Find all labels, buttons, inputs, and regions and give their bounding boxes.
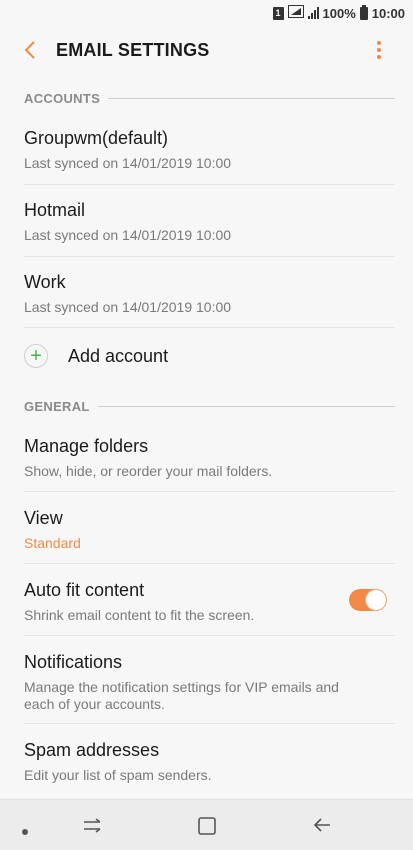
navigation-bar [0, 799, 413, 850]
signal-icon [307, 7, 319, 19]
account-item-work[interactable]: Work Last synced on 14/01/2019 10:00 [0, 272, 413, 316]
manage-folders-item[interactable]: Manage folders Show, hide, or reorder yo… [0, 436, 413, 480]
account-item-hotmail[interactable]: Hotmail Last synced on 14/01/2019 10:00 [0, 200, 413, 244]
divider [24, 184, 395, 185]
nav-back-icon[interactable] [312, 816, 332, 839]
accounts-section-header: ACCOUNTS [24, 88, 395, 108]
page-title: EMAIL SETTINGS [56, 39, 210, 60]
divider [24, 563, 395, 564]
general-section-header: GENERAL [24, 396, 395, 416]
divider [24, 256, 395, 257]
sim-icon: 1 [272, 6, 284, 20]
divider [24, 327, 395, 328]
back-arrow-icon [24, 41, 35, 59]
more-options-button[interactable] [367, 38, 391, 62]
wifi-icon [287, 5, 304, 21]
plus-icon: + [24, 344, 48, 368]
battery-percent: 100% [322, 5, 356, 21]
divider [24, 635, 395, 636]
battery-icon [359, 4, 368, 20]
app-bar: EMAIL SETTINGS [0, 26, 413, 74]
account-item-groupwm[interactable]: Groupwm(default) Last synced on 14/01/20… [0, 128, 413, 172]
nav-dot-icon[interactable] [22, 822, 28, 840]
back-button[interactable] [18, 38, 42, 62]
divider [24, 723, 395, 724]
clock: 10:00 [371, 5, 405, 21]
home-icon[interactable] [197, 816, 217, 841]
spam-addresses-item[interactable]: Spam addresses Edit your list of spam se… [0, 740, 413, 784]
notifications-item[interactable]: Notifications Manage the notification se… [0, 652, 413, 713]
more-vert-icon [377, 41, 381, 59]
add-account-button[interactable]: + Add account [0, 336, 413, 376]
auto-fit-toggle[interactable] [349, 589, 387, 611]
toggle-knob [365, 589, 387, 611]
status-bar: 1 100% 10:00 [0, 0, 413, 26]
recents-icon[interactable] [82, 816, 102, 839]
divider [24, 491, 395, 492]
view-item[interactable]: View Standard [0, 508, 413, 552]
